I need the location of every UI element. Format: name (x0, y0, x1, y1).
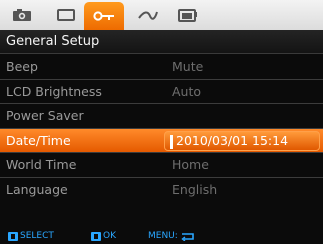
menu-item-world-time[interactable]: World Time Home (0, 153, 323, 178)
menu-item-value: English (172, 181, 218, 197)
menu-tab-bar (0, 0, 323, 30)
date-time-field[interactable]: 2010/03/01 15:14 (164, 130, 320, 151)
hint-ok: OK (91, 229, 116, 244)
menu-item-beep[interactable]: Beep Mute (0, 55, 323, 80)
tab-display[interactable] (46, 4, 86, 26)
menu-item-label: LCD Brightness (6, 83, 102, 99)
menu-item-label: Beep (6, 59, 38, 74)
tab-transfer[interactable] (128, 4, 168, 26)
tab-memory[interactable] (168, 4, 208, 26)
menu-item-label: World Time (6, 157, 77, 172)
ok-button-icon (91, 232, 101, 241)
tab-camera[interactable] (2, 4, 42, 26)
dpad-icon (8, 232, 18, 241)
menu-item-value: Home (172, 157, 209, 172)
hint-menu-label: MENU: (148, 231, 178, 241)
menu-item-label: Power Saver (6, 108, 84, 123)
date-time-value: 2010/03/01 15:14 (176, 132, 289, 148)
display-icon (57, 9, 75, 21)
setup-wrench-icon (93, 11, 114, 21)
memory-card-icon (178, 9, 197, 22)
hint-menu: MENU: (148, 229, 195, 244)
tab-setup[interactable] (84, 2, 124, 30)
button-hints: SELECT OK MENU: (0, 229, 323, 244)
menu-item-label: Language (6, 181, 68, 197)
menu-item-date-time[interactable]: Date/Time 2010/03/01 15:14 (0, 128, 323, 153)
transfer-icon (138, 11, 158, 20)
return-arrow-icon (181, 233, 194, 241)
menu-item-label: Date/Time (6, 132, 71, 148)
page-title: General Setup (0, 30, 323, 54)
menu-item-language[interactable]: Language English (0, 178, 323, 203)
menu-item-power-saver[interactable]: Power Saver (0, 104, 323, 129)
setup-menu-list: Beep Mute LCD Brightness Auto Power Save… (0, 55, 323, 202)
hint-ok-label: OK (103, 231, 116, 241)
hint-select: SELECT (8, 229, 54, 244)
camera-menu-screen: General Setup Beep Mute LCD Brightness A… (0, 0, 323, 244)
menu-item-value: Mute (172, 59, 204, 74)
camera-icon (13, 9, 31, 21)
menu-item-lcd-brightness[interactable]: LCD Brightness Auto (0, 80, 323, 104)
hint-select-label: SELECT (20, 231, 54, 241)
text-cursor (170, 134, 173, 149)
menu-item-value: Auto (172, 83, 202, 99)
